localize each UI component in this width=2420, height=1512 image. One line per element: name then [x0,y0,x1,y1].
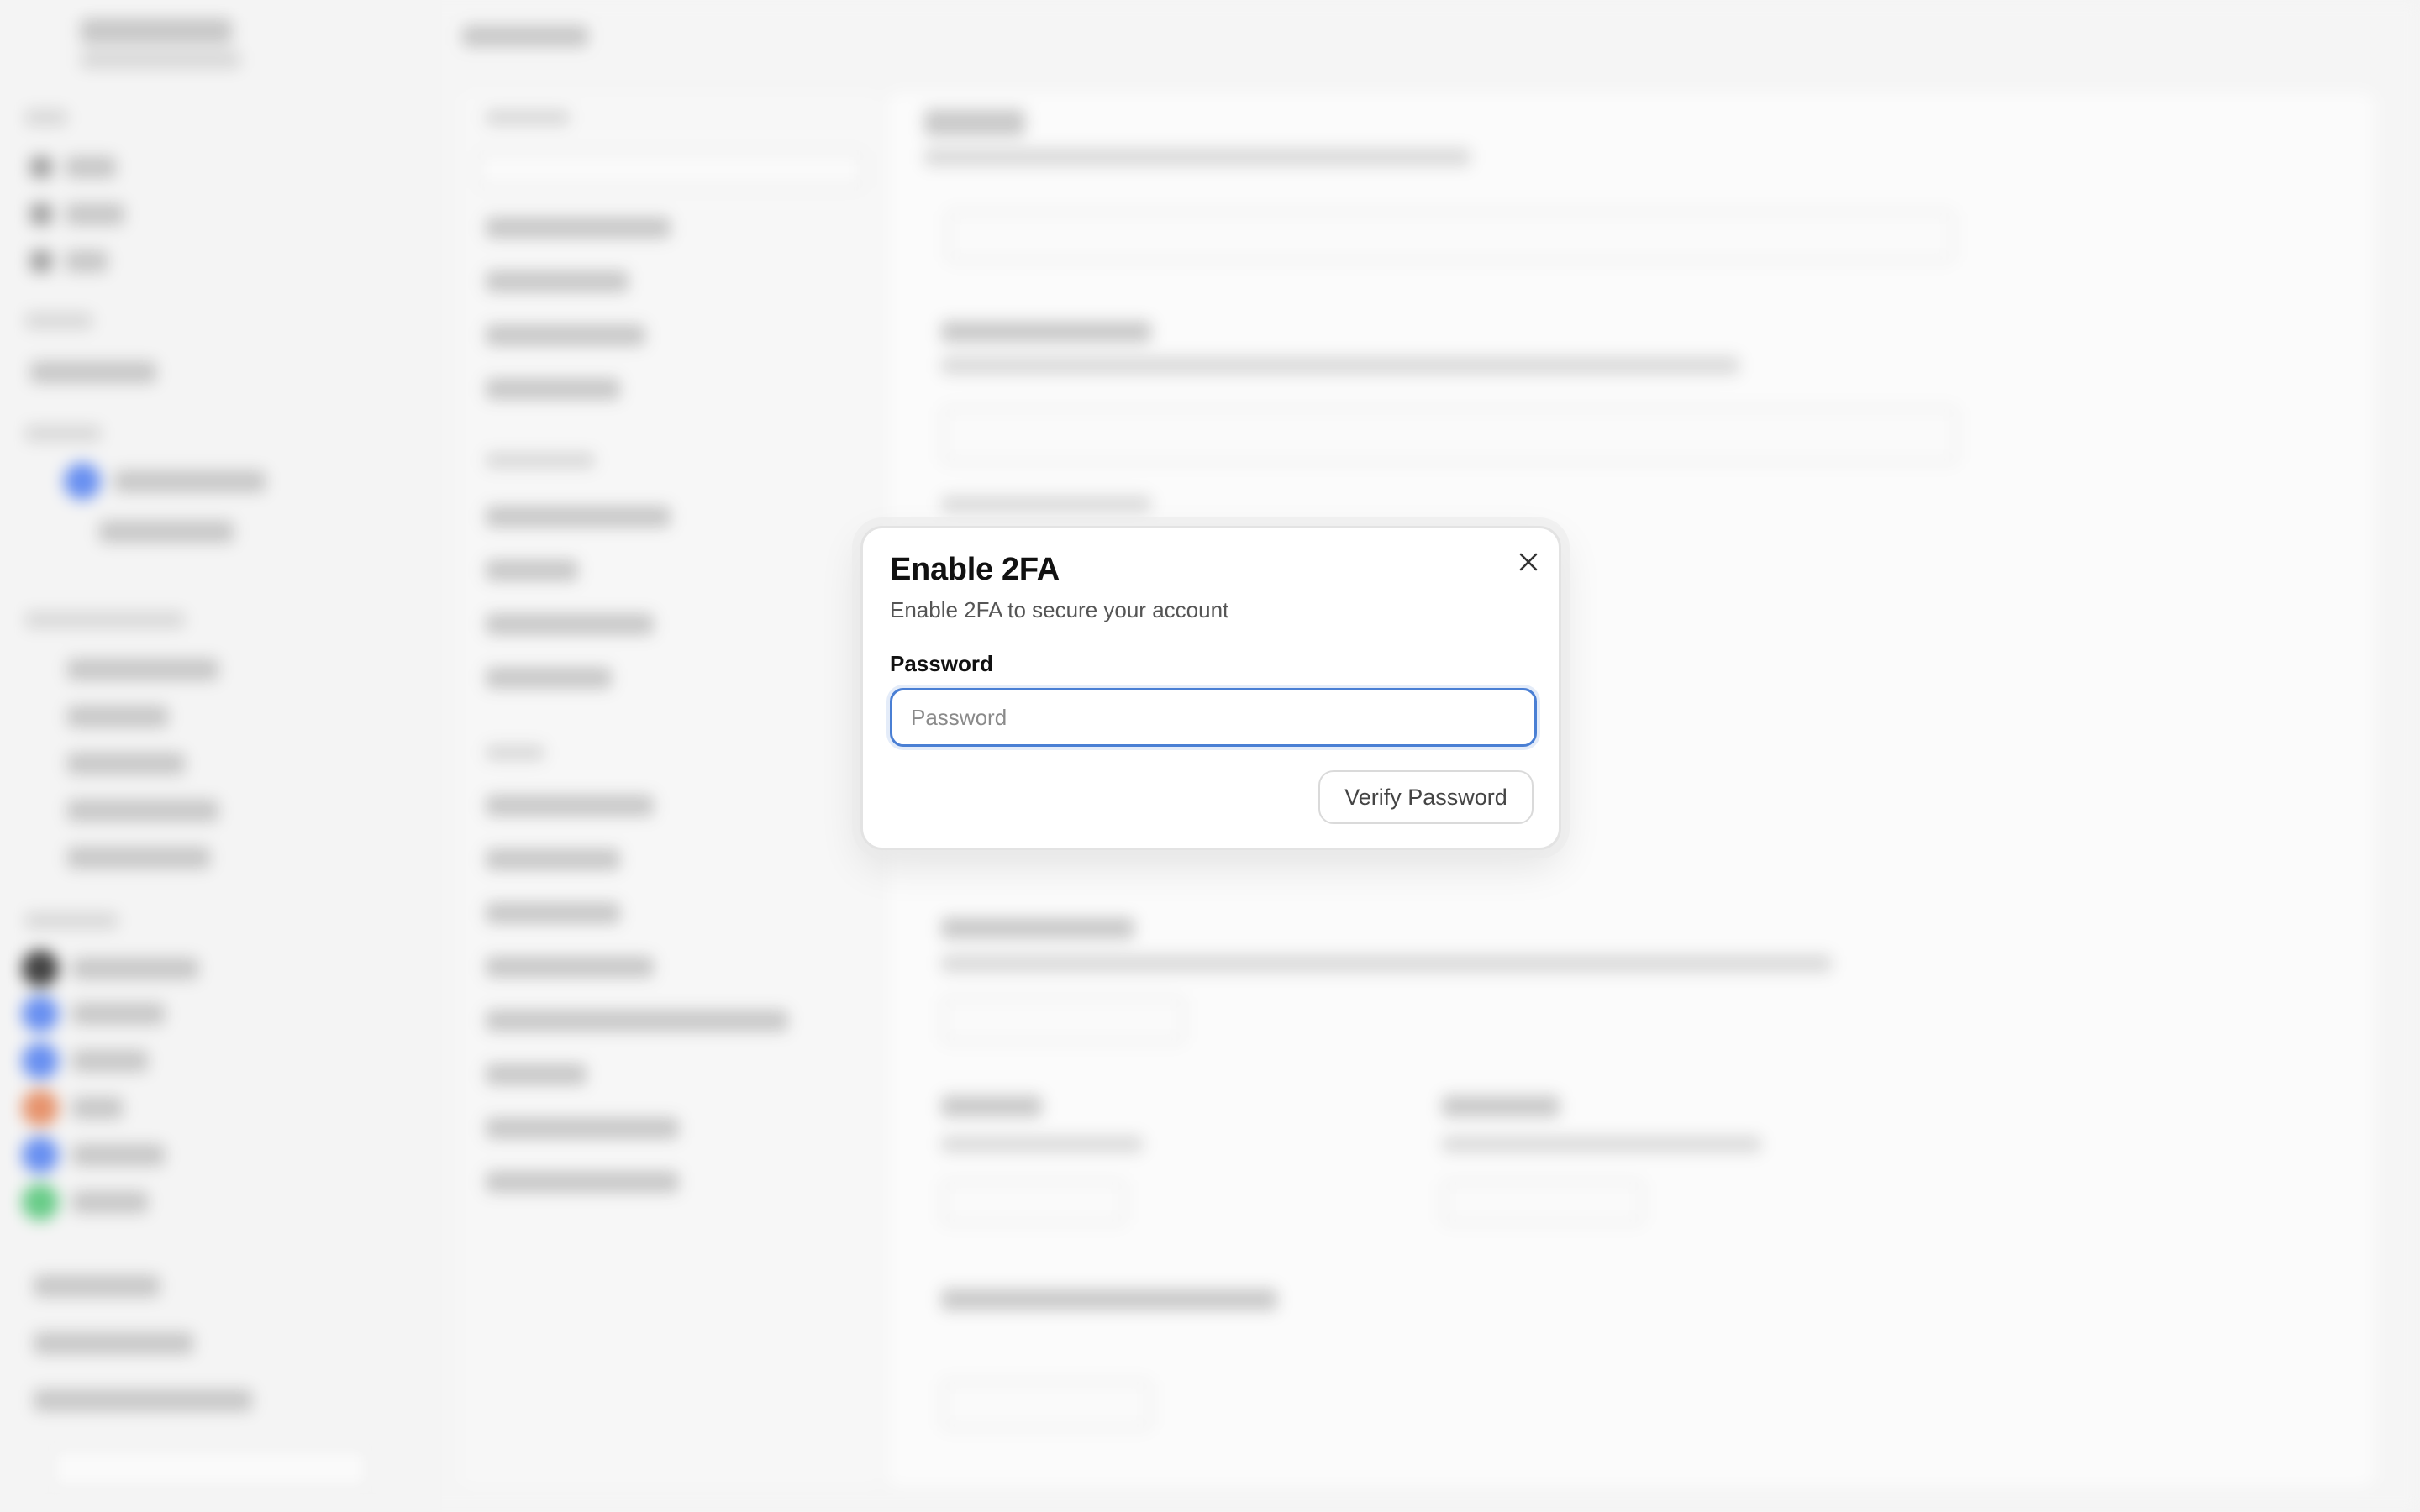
dialog-title: Enable 2FA [890,552,1060,587]
dialog-description: Enable 2FA to secure your account [890,597,1229,622]
password-input[interactable] [890,688,1537,747]
close-button[interactable] [1512,545,1545,579]
enable-2fa-dialog: Enable 2FA Enable 2FA to secure your acc… [860,526,1561,850]
close-icon [1519,553,1538,571]
password-label: Password [890,651,993,676]
verify-password-button[interactable]: Verify Password [1318,770,1534,824]
